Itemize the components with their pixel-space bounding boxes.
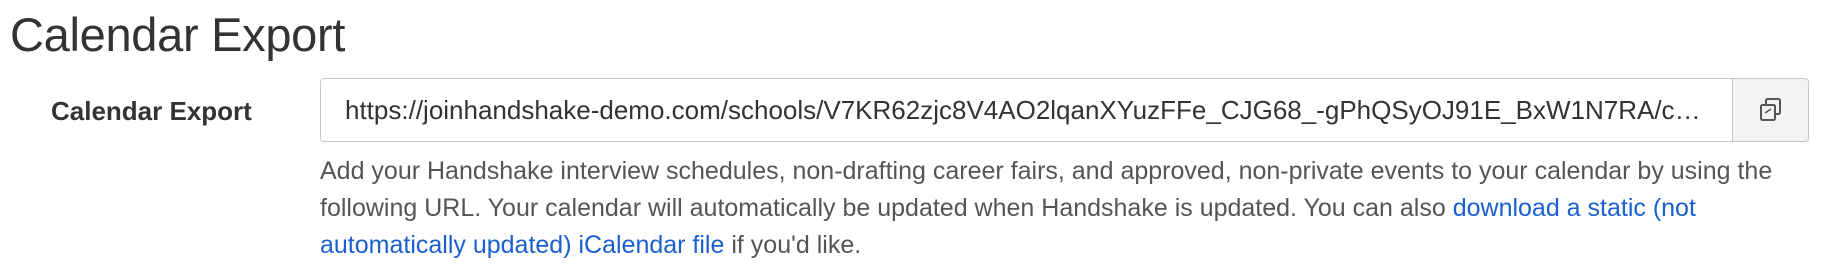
calendar-export-help-text: Add your Handshake interview schedules, … xyxy=(320,153,1810,264)
page-title: Calendar Export xyxy=(10,8,346,61)
calendar-url-input-group xyxy=(320,78,1809,142)
help-text-outro: if you'd like. xyxy=(724,231,862,259)
calendar-export-label: Calendar Export xyxy=(51,96,252,126)
calendar-export-section: Calendar Export Calendar Export Add your… xyxy=(0,0,1826,264)
copy-url-button[interactable] xyxy=(1732,79,1808,141)
calendar-url-field[interactable] xyxy=(321,79,1732,141)
copy-icon xyxy=(1759,98,1781,121)
